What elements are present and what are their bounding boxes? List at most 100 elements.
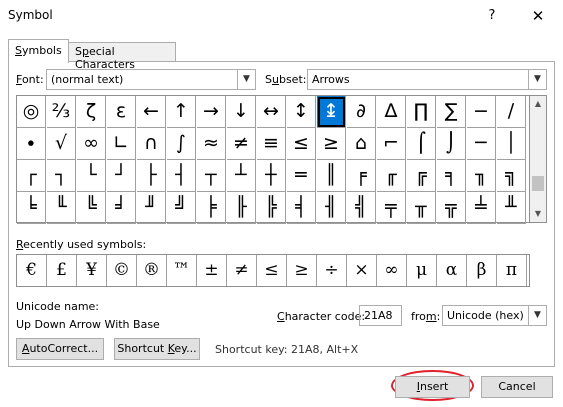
symbol-cell[interactable]: ∕ xyxy=(497,96,526,128)
symbol-cell[interactable]: ↔ xyxy=(257,96,286,128)
subset-dropdown[interactable]: Arrows ▼ xyxy=(307,69,547,90)
symbol-cell[interactable]: ╘ xyxy=(17,192,46,224)
symbol-cell[interactable]: ╝ xyxy=(167,192,196,224)
symbol-cell[interactable]: ╕ xyxy=(437,160,466,192)
symbol-cell[interactable]: ∂ xyxy=(347,96,376,128)
close-button[interactable]: ✕ xyxy=(526,4,550,28)
symbol-cell[interactable]: − xyxy=(467,96,496,128)
symbol-cell[interactable]: ∟ xyxy=(107,128,136,160)
symbol-cell[interactable]: ╠ xyxy=(257,192,286,224)
symbol-cell[interactable]: ⌂ xyxy=(347,128,376,160)
symbol-cell[interactable]: ≡ xyxy=(257,128,286,160)
symbol-cell[interactable]: ζ xyxy=(77,96,106,128)
symbol-cell[interactable]: ╗ xyxy=(497,160,526,192)
symbol-cell[interactable]: ═ xyxy=(287,160,316,192)
symbol-cell[interactable]: ⅔ xyxy=(47,96,76,128)
recent-symbol-cell[interactable]: α xyxy=(437,255,467,286)
recent-symbol-cell[interactable]: ÷ xyxy=(317,255,347,286)
recent-symbol-cell[interactable]: × xyxy=(347,255,377,286)
symbol-cell[interactable]: → xyxy=(197,96,226,128)
symbol-cell[interactable]: ∙ xyxy=(17,128,46,160)
help-button[interactable]: ? xyxy=(480,4,504,28)
symbol-cell[interactable]: ∩ xyxy=(137,128,166,160)
symbol-cell[interactable]: ↓ xyxy=(227,96,256,128)
symbol-cell[interactable]: ∆ xyxy=(377,96,406,128)
symbol-cell[interactable]: ╟ xyxy=(227,192,256,224)
symbol-cell[interactable]: ╖ xyxy=(467,160,496,192)
recent-symbol-cell[interactable]: ≤ xyxy=(257,255,287,286)
symbol-cell[interactable]: ∏ xyxy=(407,96,436,128)
symbol-cell[interactable]: ┘ xyxy=(107,160,136,192)
symbol-cell[interactable]: ⌐ xyxy=(377,128,406,160)
symbol-cell[interactable]: ◎ xyxy=(17,96,46,128)
symbol-cell[interactable]: ≠ xyxy=(227,128,256,160)
symbol-cell[interactable]: ╞ xyxy=(197,192,226,224)
recent-symbol-cell[interactable]: ≥ xyxy=(287,255,317,286)
symbol-cell[interactable]: ┴ xyxy=(227,160,256,192)
symbol-cell[interactable]: ≤ xyxy=(287,128,316,160)
symbol-cell[interactable]: ↨ xyxy=(317,96,346,128)
symbol-cell[interactable]: ╔ xyxy=(407,160,436,192)
scroll-down-arrow-icon[interactable]: ▼ xyxy=(530,207,546,221)
scroll-up-arrow-icon[interactable]: ▲ xyxy=(530,97,546,111)
symbol-cell[interactable]: ╦ xyxy=(437,192,466,224)
symbol-cell[interactable]: ╙ xyxy=(47,192,76,224)
recent-symbol-cell[interactable]: ™ xyxy=(167,255,197,286)
symbol-cell[interactable]: │ xyxy=(497,128,526,160)
shortcut-key-button[interactable]: Shortcut Key... xyxy=(114,338,200,360)
symbol-cell[interactable]: ↑ xyxy=(167,96,196,128)
symbol-cell[interactable]: ∑ xyxy=(437,96,466,128)
recent-symbol-cell[interactable]: £ xyxy=(47,255,77,286)
recent-symbol-cell[interactable]: ≠ xyxy=(227,255,257,286)
symbol-cell[interactable]: ← xyxy=(137,96,166,128)
symbol-cell[interactable]: ╢ xyxy=(317,192,346,224)
scroll-thumb[interactable] xyxy=(532,176,544,191)
symbol-cell[interactable]: ∫ xyxy=(167,128,196,160)
symbol-cell[interactable]: ≥ xyxy=(317,128,346,160)
symbol-cell[interactable]: ⌠ xyxy=(407,128,436,160)
symbol-cell[interactable]: ╤ xyxy=(377,192,406,224)
recent-symbol-cell[interactable]: ± xyxy=(197,255,227,286)
symbol-cell[interactable]: ↕ xyxy=(287,96,316,128)
symbol-cell[interactable]: ╒ xyxy=(347,160,376,192)
recent-symbol-cell[interactable]: € xyxy=(17,255,47,286)
font-dropdown[interactable]: (normal text) ▼ xyxy=(46,69,256,90)
symbol-cell[interactable]: ╜ xyxy=(137,192,166,224)
recent-symbol-cell[interactable]: ∞ xyxy=(377,255,407,286)
recent-symbol-cell[interactable]: ¥ xyxy=(77,255,107,286)
symbol-cell[interactable]: └ xyxy=(77,160,106,192)
symbol-cell[interactable]: ╣ xyxy=(347,192,376,224)
tab-special-characters[interactable]: Special Characters xyxy=(69,42,176,71)
symbol-cell[interactable]: √ xyxy=(47,128,76,160)
symbol-cell[interactable]: ╨ xyxy=(497,192,526,224)
symbol-cell[interactable]: ╡ xyxy=(287,192,316,224)
symbol-cell[interactable]: ╓ xyxy=(377,160,406,192)
from-dropdown[interactable]: Unicode (hex) ▼ xyxy=(442,305,547,326)
character-code-input[interactable]: 21A8 xyxy=(359,305,402,326)
symbol-cell[interactable]: ╛ xyxy=(107,192,136,224)
recent-symbol-cell[interactable]: μ xyxy=(407,255,437,286)
recent-symbol-cell[interactable]: π xyxy=(497,255,527,286)
symbol-cell[interactable]: ┐ xyxy=(47,160,76,192)
symbol-cell[interactable]: ╚ xyxy=(77,192,106,224)
insert-button[interactable]: Insert xyxy=(395,376,470,398)
symbol-cell[interactable]: ║ xyxy=(317,160,346,192)
symbol-cell[interactable]: ┼ xyxy=(257,160,286,192)
symbol-cell[interactable]: ─ xyxy=(467,128,496,160)
symbol-cell[interactable]: ┤ xyxy=(167,160,196,192)
recent-symbol-cell[interactable]: β xyxy=(467,255,497,286)
symbol-cell[interactable]: ┬ xyxy=(197,160,226,192)
tab-symbols[interactable]: Symbols xyxy=(8,39,69,63)
cancel-button[interactable]: Cancel xyxy=(481,376,553,398)
symbol-cell[interactable]: ╥ xyxy=(407,192,436,224)
symbol-grid-scrollbar[interactable]: ▲ ▼ xyxy=(530,95,547,223)
symbol-cell[interactable]: ╧ xyxy=(467,192,496,224)
recent-symbol-cell[interactable]: ® xyxy=(137,255,167,286)
symbol-cell[interactable]: ├ xyxy=(137,160,166,192)
symbol-cell[interactable]: ≈ xyxy=(197,128,226,160)
recent-symbol-cell[interactable]: © xyxy=(107,255,137,286)
symbol-cell[interactable]: ┌ xyxy=(17,160,46,192)
symbol-cell[interactable]: ∞ xyxy=(77,128,106,160)
symbol-cell[interactable]: ε xyxy=(107,96,136,128)
symbol-cell[interactable]: ⌡ xyxy=(437,128,466,160)
